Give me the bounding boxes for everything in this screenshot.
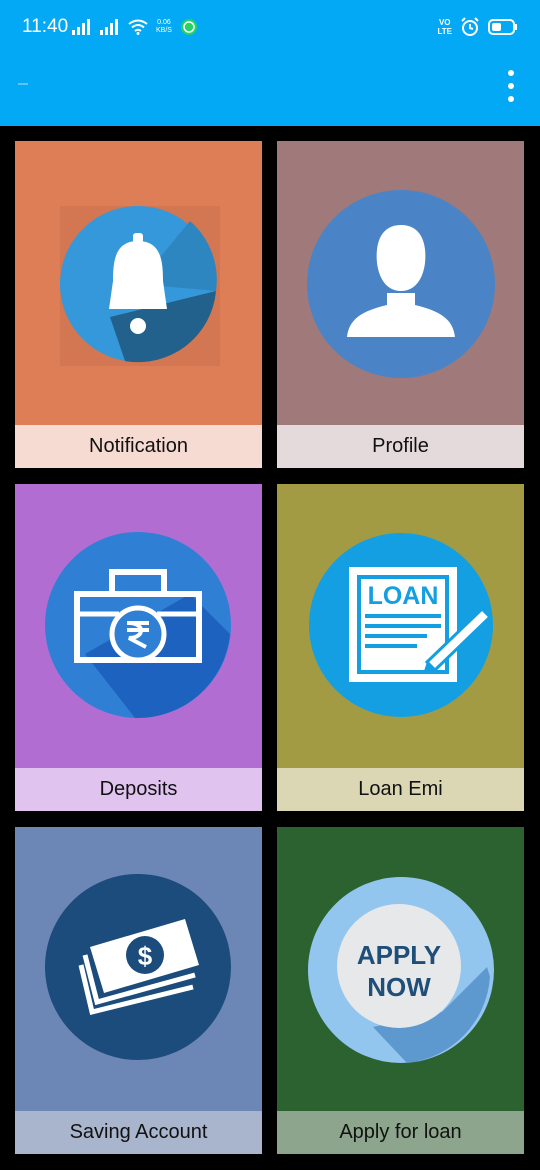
tile-label: Notification [15,425,262,468]
loan-document-icon: LOAN [277,484,524,768]
app-bar [0,56,540,126]
tile-saving-account[interactable]: $ Saving Account [15,827,262,1154]
bottom-edge [0,1160,540,1170]
tile-profile[interactable]: Profile [277,141,524,468]
status-bar: 11:40 0.06 KB/S VO LTE [0,0,540,56]
volte-indicator: VO LTE [437,18,452,36]
overflow-menu-button[interactable] [504,70,518,102]
apply-text: APPLY [357,940,441,970]
tile-loan-emi[interactable]: LOAN Loan Emi [277,484,524,811]
tile-deposits[interactable]: Deposits [15,484,262,811]
signal-icon [72,19,90,35]
tile-label: Deposits [15,768,262,811]
wifi-icon [128,19,148,35]
status-time: 11:40 [22,16,69,37]
whatsapp-icon [180,19,197,35]
tile-apply-for-loan[interactable]: APPLY NOW Apply for loan [277,827,524,1154]
tile-label: Saving Account [15,1111,262,1154]
tile-label: Apply for loan [277,1111,524,1154]
volte-top: VO [438,18,451,27]
status-left-icons: 0.06 KB/S [72,16,198,38]
net-speed-unit: KB/S [156,27,172,34]
tile-label: Profile [277,425,524,468]
loan-icon-text: LOAN [368,582,439,610]
volte-bottom: LTE [437,27,452,36]
net-speed-value: 0.06 [157,19,171,26]
menu-dot-icon [508,96,514,102]
alarm-icon [461,17,479,36]
signal-icon-2 [100,19,118,35]
apply-now-badge-icon: APPLY NOW [277,827,524,1111]
net-speed: 0.06 KB/S [156,19,172,35]
tile-notification[interactable]: Notification [15,141,262,468]
status-right-icons: VO LTE [437,14,518,40]
tile-label: Loan Emi [277,768,524,811]
dollar-icon-text: $ [138,941,153,971]
back-arrow-icon[interactable] [18,83,28,85]
bell-icon [15,141,262,425]
briefcase-rupee-icon [15,484,262,768]
battery-icon [488,19,517,35]
user-icon [277,141,524,425]
now-text: NOW [367,972,431,1002]
money-bills-icon: $ [15,827,262,1111]
menu-dot-icon [508,83,514,89]
menu-dot-icon [508,70,514,76]
